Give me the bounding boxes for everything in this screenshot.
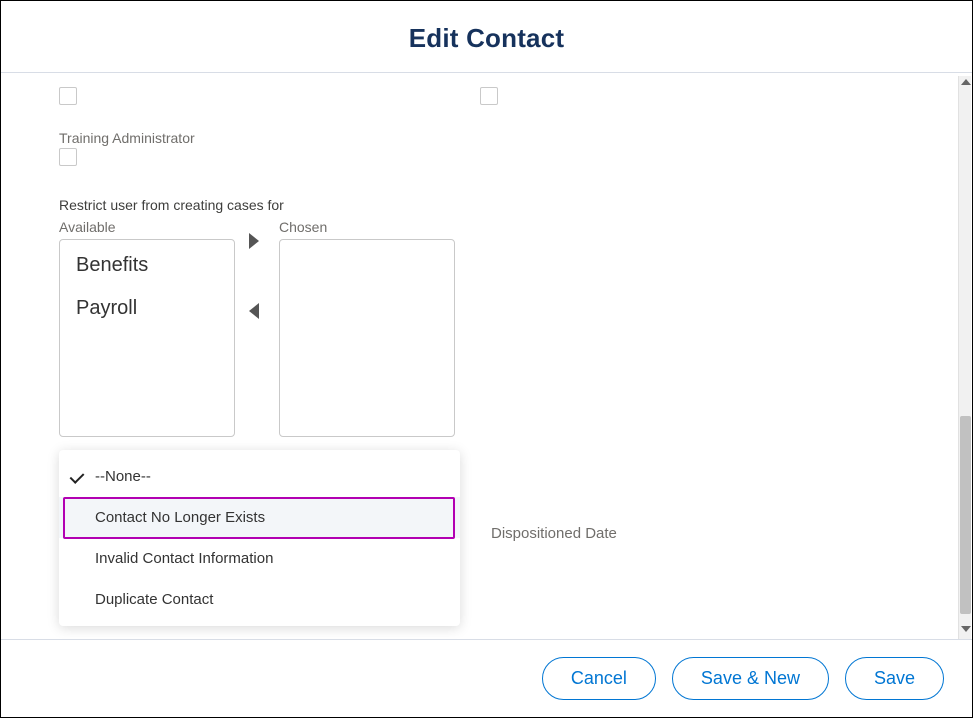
modal-header: Edit Contact [1,1,972,73]
chosen-label: Chosen [279,219,455,235]
training-admin-label: Training Administrator [59,130,900,146]
dropdown-option-invalid[interactable]: Invalid Contact Information [59,538,460,579]
save-button[interactable]: Save [845,657,944,700]
dropdown-menu[interactable]: --None-- Contact No Longer Exists Invali… [59,450,460,626]
chevron-right-icon [249,233,259,249]
list-item[interactable]: Benefits [76,254,218,277]
training-admin-checkbox[interactable] [59,148,77,166]
available-label: Available [59,219,235,235]
modal-title: Edit Contact [1,23,972,54]
chevron-left-icon [249,303,259,319]
dual-listbox: Available Benefits Payroll Chosen [59,219,900,437]
restrict-header: Restrict user from creating cases for [59,197,900,213]
move-right-button[interactable] [249,233,265,249]
list-item[interactable]: Payroll [76,297,218,320]
scroll-area: Project User Support Administrator User … [1,76,958,639]
dropdown-option-duplicate[interactable]: Duplicate Contact [59,579,460,620]
scrollbar[interactable] [958,76,971,639]
scroll-down-button[interactable] [961,626,971,636]
support-admin-checkbox[interactable] [480,87,498,105]
available-listbox[interactable]: Benefits Payroll [59,239,235,437]
dropdown-option-no-longer-exists[interactable]: Contact No Longer Exists [59,497,460,538]
chosen-listbox[interactable] [279,239,455,437]
dropdown-option-none[interactable]: --None-- [59,456,460,497]
dispositioned-date-label: Dispositioned Date [491,525,617,542]
modal-footer: Cancel Save & New Save [1,639,972,717]
scrollbar-thumb[interactable] [960,416,971,614]
cancel-button[interactable]: Cancel [542,657,656,700]
scroll-up-button[interactable] [961,79,971,89]
project-user-checkbox[interactable] [59,87,77,105]
save-and-new-button[interactable]: Save & New [672,657,829,700]
move-left-button[interactable] [249,303,265,319]
